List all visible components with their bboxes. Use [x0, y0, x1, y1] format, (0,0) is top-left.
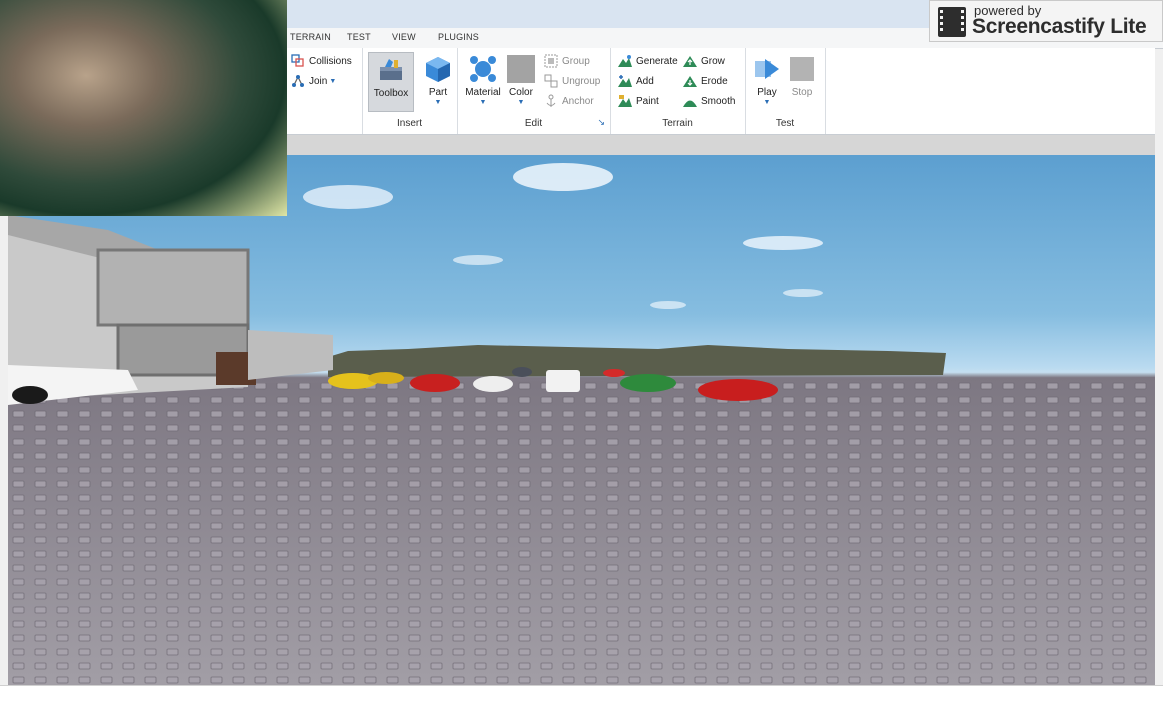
- terrain-add-button[interactable]: Add: [618, 72, 654, 90]
- color-label: Color: [509, 87, 533, 98]
- toolbox-button[interactable]: Toolbox: [368, 52, 414, 112]
- collisions-button[interactable]: Collisions: [291, 52, 352, 70]
- edit-group-label: Edit: [524, 118, 543, 129]
- join-label: Join: [309, 75, 328, 87]
- collisions-icon: [291, 54, 305, 68]
- erode-label: Erode: [701, 75, 728, 87]
- toolbox-label: Toolbox: [373, 88, 409, 99]
- paint-label: Paint: [636, 95, 659, 107]
- paint-icon: [618, 94, 632, 108]
- tab-plugins[interactable]: PLUGINS: [438, 32, 479, 42]
- material-label: Material: [465, 87, 501, 98]
- grow-label: Grow: [701, 55, 725, 67]
- part-button[interactable]: Part ▼: [416, 52, 460, 112]
- erode-icon: [683, 74, 697, 88]
- test-group-label: Test: [775, 118, 795, 129]
- insert-group: Toolbox Part ▼ Insert: [362, 48, 458, 134]
- color-swatch-icon: [507, 55, 535, 83]
- play-button[interactable]: Play ▼: [749, 52, 785, 112]
- color-button[interactable]: Color ▼: [499, 52, 543, 112]
- insert-group-label: Insert: [396, 118, 422, 129]
- generate-label: Generate: [636, 55, 678, 67]
- tab-view[interactable]: VIEW: [392, 32, 416, 42]
- group-label: Group: [562, 55, 590, 67]
- terrain-grow-button[interactable]: Grow: [683, 52, 725, 70]
- anchor-button[interactable]: Anchor: [544, 92, 594, 110]
- scene-render: [8, 163, 1155, 685]
- brand-label: Screencastify Lite: [972, 15, 1147, 38]
- edit-expand-icon[interactable]: ↘: [597, 117, 605, 128]
- part-label: Part: [428, 87, 448, 98]
- screencastify-badge: powered by Screencastify Lite: [929, 0, 1163, 42]
- terrain-group-label: Terrain: [662, 118, 693, 129]
- smooth-icon: [683, 94, 697, 108]
- tab-terrain[interactable]: TERRAIN: [290, 32, 331, 42]
- join-button[interactable]: Join ▼: [291, 72, 336, 90]
- clouds: [303, 163, 823, 309]
- ungroup-label: Ungroup: [562, 75, 601, 87]
- join-icon: [291, 74, 305, 88]
- test-group: Play ▼ Stop Test: [745, 48, 826, 134]
- play-icon: [753, 55, 781, 83]
- edit-group: Material ▼ Color ▼ Group Ungroup Anchor …: [457, 48, 611, 134]
- add-label: Add: [636, 75, 654, 87]
- terrain-erode-button[interactable]: Erode: [683, 72, 728, 90]
- ungroup-icon: [544, 74, 558, 88]
- terrain-smooth-button[interactable]: Smooth: [683, 92, 735, 110]
- 3d-viewport[interactable]: [8, 155, 1155, 685]
- stop-icon: [790, 57, 814, 81]
- toolbox-icon: [377, 56, 405, 84]
- play-dropdown-icon: ▼: [763, 99, 771, 106]
- terrain-group: Generate Add Paint Grow Erode Smooth Ter…: [610, 48, 746, 134]
- tools-group: Collisions Join ▼: [287, 48, 363, 134]
- webcam-overlay: [0, 0, 287, 216]
- baseplate-studs: [8, 377, 1155, 685]
- collisions-label: Collisions: [309, 55, 352, 67]
- add-terrain-icon: [618, 74, 632, 88]
- stop-label: Stop: [791, 87, 813, 98]
- play-label: Play: [757, 87, 777, 98]
- group-icon: [544, 54, 558, 68]
- color-dropdown-icon: ▼: [517, 99, 525, 106]
- terrain-paint-button[interactable]: Paint: [618, 92, 659, 110]
- grow-icon: [683, 54, 697, 68]
- tab-test[interactable]: TEST: [347, 32, 371, 42]
- terrain-generate-button[interactable]: Generate: [618, 52, 678, 70]
- stop-button[interactable]: Stop: [785, 52, 819, 112]
- distant-hills: [328, 345, 946, 377]
- anchor-icon: [544, 94, 558, 108]
- anchor-label: Anchor: [562, 95, 594, 107]
- part-dropdown-icon: ▼: [434, 99, 442, 106]
- material-icon: [469, 55, 497, 83]
- status-bar: [0, 685, 1163, 721]
- smooth-label: Smooth: [701, 95, 736, 107]
- part-icon: [424, 55, 452, 83]
- group-button[interactable]: Group: [544, 52, 590, 70]
- generate-icon: [618, 54, 632, 68]
- film-icon: [938, 7, 966, 37]
- ungroup-button[interactable]: Ungroup: [544, 72, 600, 90]
- join-dropdown-icon: ▼: [329, 77, 337, 85]
- building: [8, 215, 333, 405]
